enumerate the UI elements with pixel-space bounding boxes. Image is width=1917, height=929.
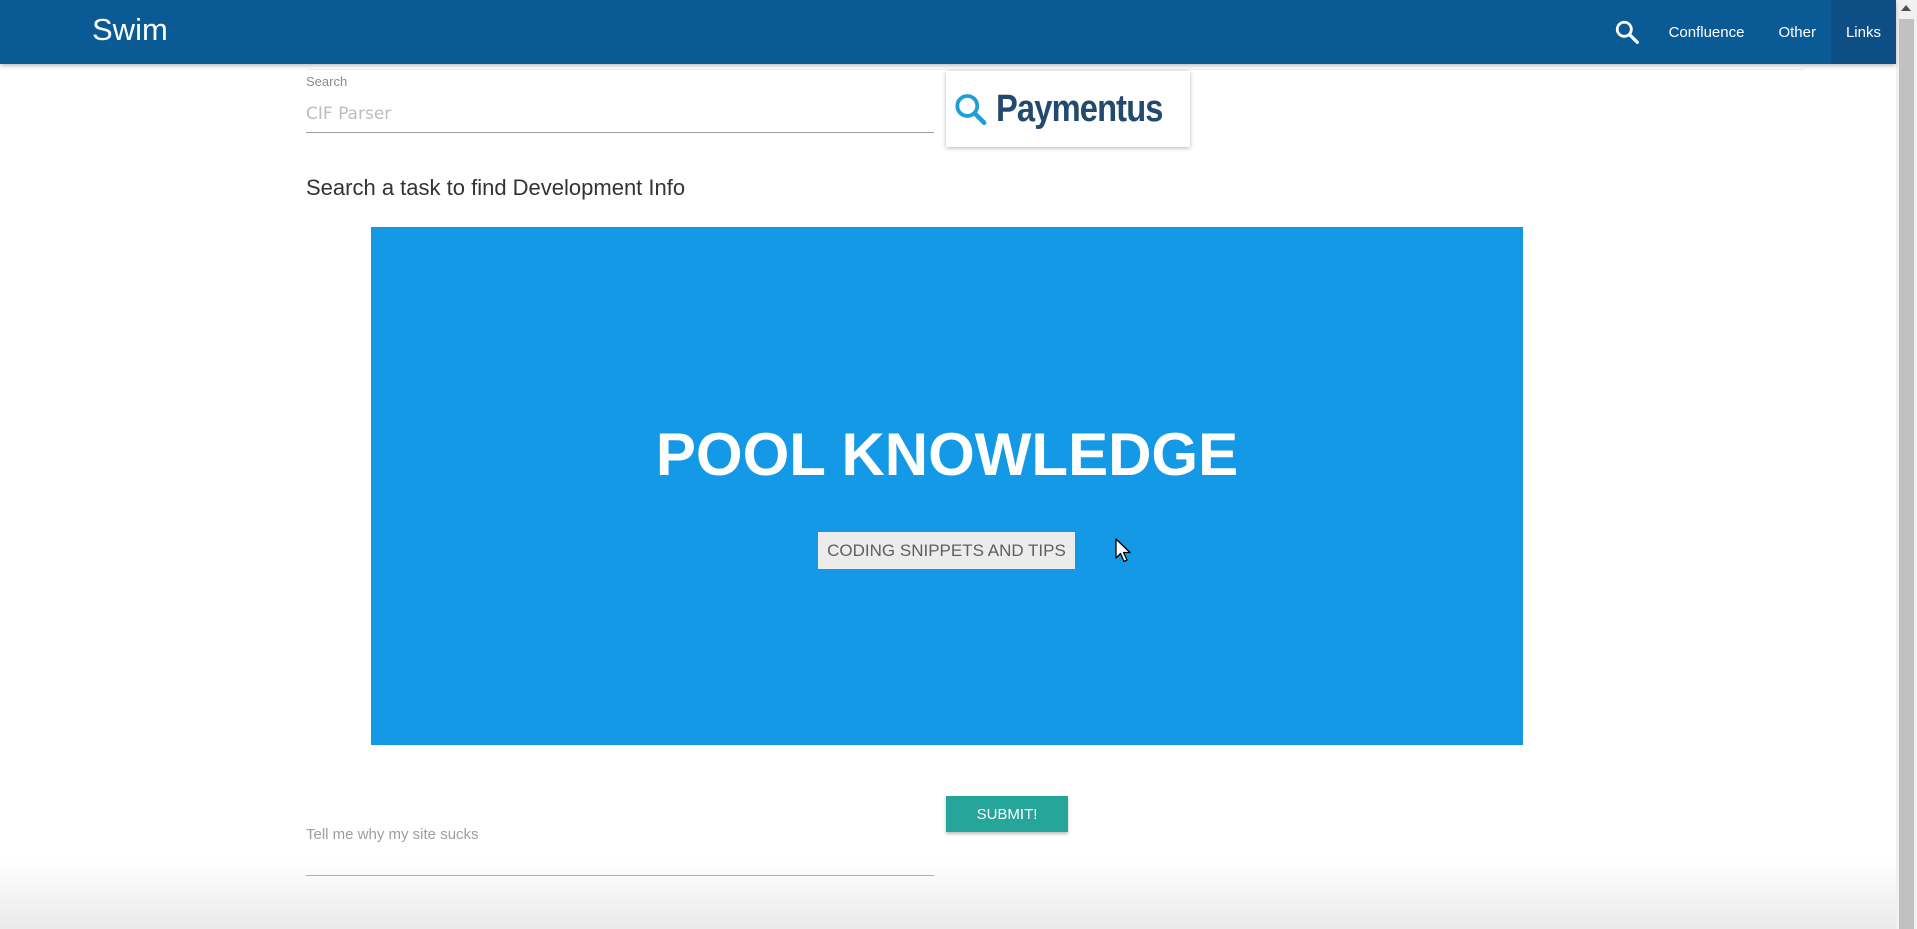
nav-link-other[interactable]: Other: [1763, 0, 1831, 64]
coding-snippets-button[interactable]: CODING SNIPPETS AND TIPS: [818, 532, 1075, 569]
scroll-up-arrow-icon[interactable]: [1901, 5, 1911, 11]
header-divider: [306, 69, 1804, 70]
feedback-textarea[interactable]: [306, 818, 934, 876]
paymentus-logo-card[interactable]: Paymentus: [946, 71, 1190, 147]
nav-link-confluence[interactable]: Confluence: [1654, 0, 1760, 64]
page-scrollbar[interactable]: [1896, 0, 1917, 929]
bottom-fade: [0, 860, 1896, 929]
search-icon[interactable]: [1614, 19, 1640, 45]
submit-button[interactable]: SUBMIT!: [946, 796, 1068, 832]
scrollbar-thumb[interactable]: [1899, 19, 1914, 929]
mouse-cursor-icon: [1115, 538, 1131, 563]
logo-text: Paymentus: [996, 87, 1163, 130]
intro-heading: Search a task to find Development Info: [306, 175, 686, 200]
magnifier-logo-icon: [955, 94, 987, 126]
nav-link-links[interactable]: Links: [1830, 0, 1896, 64]
hero-title: POOL KNOWLEDGE: [655, 421, 1239, 488]
search-input[interactable]: [306, 96, 934, 133]
brand-title[interactable]: Swim: [92, 12, 168, 48]
nav-links: Confluence Other Links: [1654, 0, 1896, 64]
search-label: Search: [306, 74, 348, 89]
top-navbar: Swim Confluence Other Links: [0, 0, 1896, 64]
